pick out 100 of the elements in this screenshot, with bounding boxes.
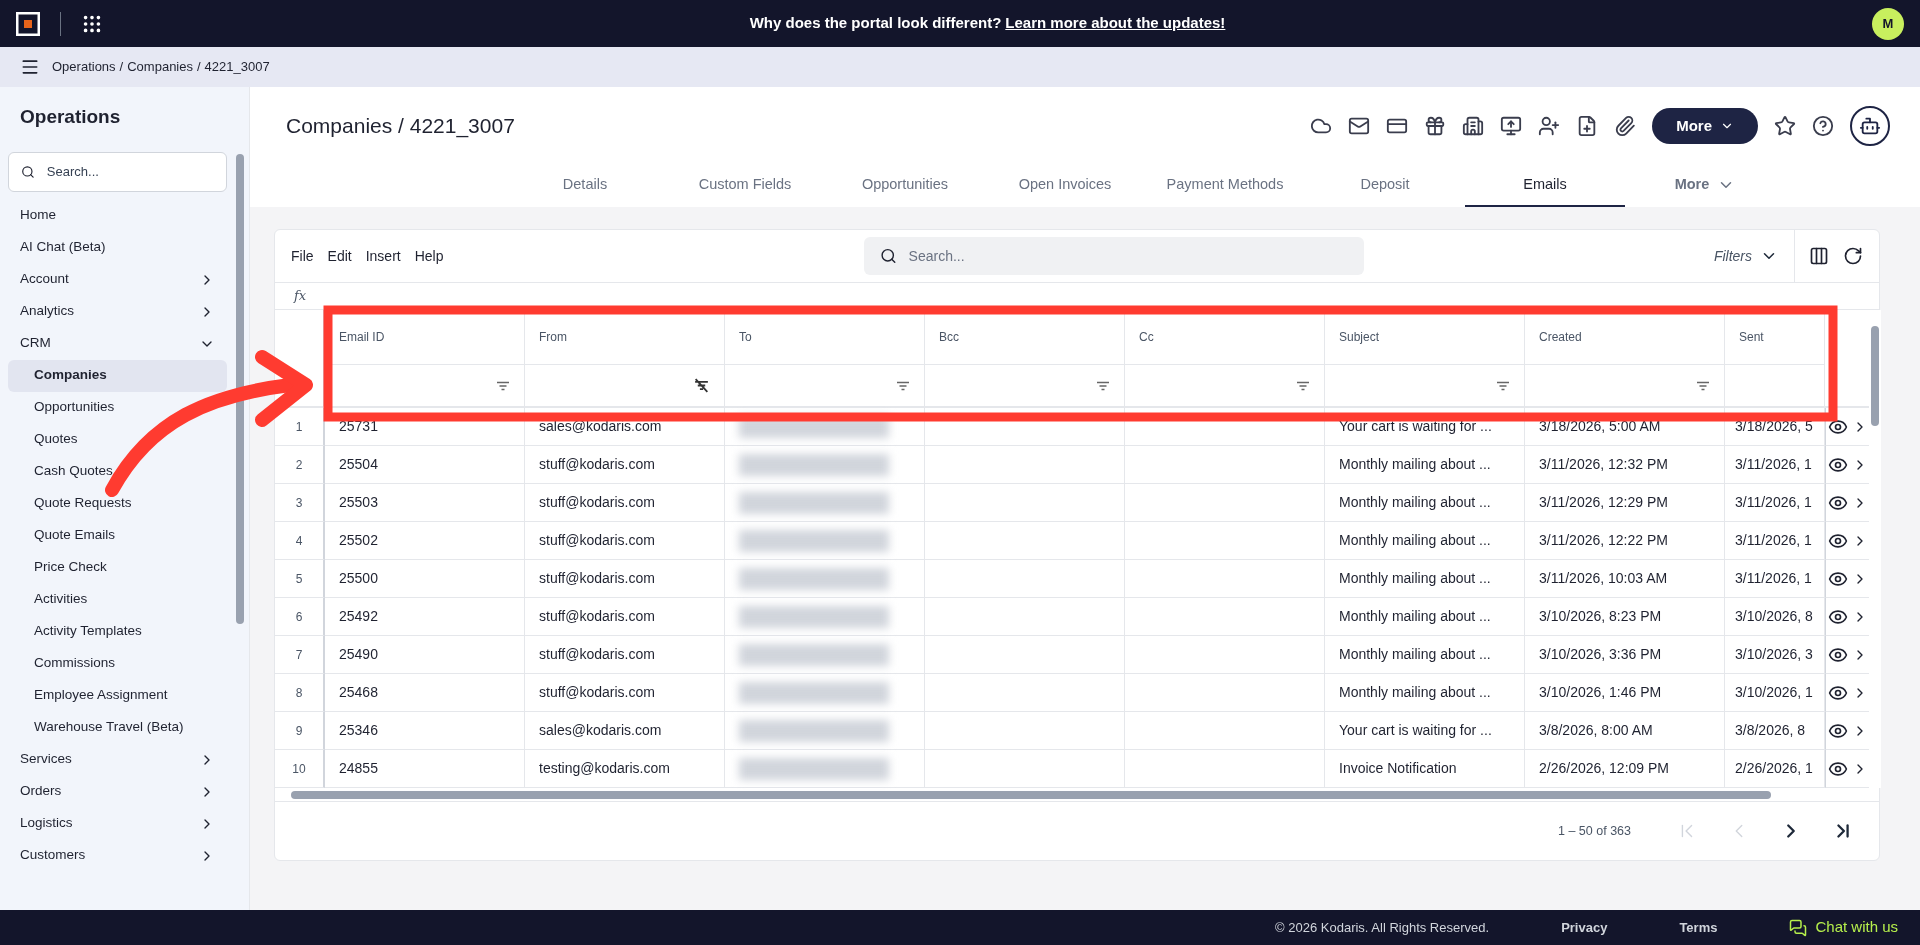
search-field[interactable]: Search... [8, 151, 227, 192]
breadcrumb-link[interactable]: Companies [127, 57, 193, 77]
assistant-button[interactable] [1850, 106, 1890, 146]
sidebar-item[interactable]: Logistics [8, 807, 227, 840]
learn-more-link[interactable]: Learn more about the updates! [1005, 12, 1226, 35]
tab[interactable]: Details [505, 165, 665, 207]
tab[interactable]: Open Invoices [985, 165, 1145, 207]
search-input[interactable]: Search... [908, 245, 1348, 267]
monitor-icon[interactable] [1500, 115, 1523, 137]
table-cell: 3/10/2026, 8:23 PM [1525, 598, 1725, 636]
sidebar-item[interactable]: Warehouse Travel (Beta) [8, 711, 227, 744]
filter-cell[interactable] [925, 365, 1125, 408]
robot-icon [1859, 115, 1881, 137]
tab[interactable]: Payment Methods [1145, 165, 1305, 207]
column-header[interactable]: From [525, 310, 725, 365]
sidebar-item[interactable]: CRM [8, 327, 227, 360]
menu-item[interactable]: File [291, 245, 314, 267]
grid-search-field[interactable]: Search... [863, 237, 1364, 275]
filter-icon[interactable] [1496, 380, 1510, 391]
menu-icon[interactable] [20, 57, 40, 77]
footer-link[interactable]: Terms [1679, 917, 1718, 938]
sidebar-item[interactable]: Quotes [8, 423, 227, 456]
sidebar-item[interactable]: Quote Requests [8, 487, 227, 520]
filter-off-icon[interactable] [693, 378, 710, 393]
mail-icon[interactable] [1348, 115, 1371, 137]
column-header[interactable]: Subject [1325, 310, 1525, 365]
sidebar-item[interactable]: Services [8, 743, 227, 776]
breadcrumb-separator: / [197, 58, 201, 77]
paperclip-icon[interactable] [1614, 115, 1637, 137]
table-cell: 3/10/2026, 8 [1725, 598, 1825, 636]
sidebar-item[interactable]: Opportunities [8, 391, 227, 424]
sidebar-item[interactable]: Activities [8, 583, 227, 616]
sidebar-item[interactable]: Activity Templates [8, 615, 227, 648]
filter-cell[interactable] [1725, 365, 1825, 408]
tab[interactable]: More [1625, 165, 1785, 207]
menu-item[interactable]: Insert [365, 245, 401, 267]
column-header[interactable]: Cc [1125, 310, 1325, 365]
search-input[interactable]: Search... [46, 161, 214, 182]
table-cell: 25503 [325, 484, 525, 522]
menu-item[interactable]: Help [414, 245, 444, 267]
columns-icon[interactable] [1809, 246, 1829, 266]
filter-icon[interactable] [896, 380, 910, 391]
row-number: 2 [275, 446, 325, 484]
building-icon[interactable] [1462, 115, 1485, 137]
table-cell: 25468 [325, 674, 525, 712]
filter-cell[interactable] [1525, 365, 1725, 408]
more-button[interactable]: More [1652, 108, 1758, 144]
sidebar-item[interactable]: Analytics [8, 295, 227, 328]
breadcrumb-link[interactable]: 4221_3007 [204, 57, 270, 77]
menu-item[interactable]: Edit [327, 245, 352, 267]
row-number: 9 [275, 712, 325, 750]
column-header[interactable]: To [725, 310, 925, 365]
chat-button[interactable]: Chat with us [1789, 916, 1898, 939]
vertical-scrollbar[interactable] [1871, 326, 1879, 426]
tab[interactable]: Opportunities [825, 165, 985, 207]
sidebar-item[interactable]: Companies [8, 359, 227, 392]
star-icon[interactable] [1774, 115, 1796, 137]
filter-icon[interactable] [496, 380, 510, 391]
sidebar-item[interactable]: Quote Emails [8, 519, 227, 552]
filter-cell[interactable] [1325, 365, 1525, 408]
sidebar-item[interactable]: Orders [8, 775, 227, 808]
table-cell: Monthly mailing about ... [1325, 636, 1525, 674]
horizontal-scrollbar[interactable] [291, 790, 1771, 799]
search-icon [21, 163, 35, 180]
filter-cell[interactable] [525, 365, 725, 408]
tab[interactable]: Emails [1465, 165, 1625, 207]
table-cell: Monthly mailing about ... [1325, 560, 1525, 598]
filters-dropdown[interactable]: Filters [1713, 230, 1795, 282]
row-number: 8 [275, 674, 325, 712]
footer-link[interactable]: Privacy [1561, 917, 1608, 938]
breadcrumb-link[interactable]: Operations [52, 57, 116, 77]
filter-cell[interactable] [1125, 365, 1325, 408]
row-number: 3 [275, 484, 325, 522]
sidebar-item[interactable]: Price Check [8, 551, 227, 584]
tab[interactable]: Custom Fields [665, 165, 825, 207]
sidebar-item[interactable]: AI Chat (Beta) [8, 231, 227, 264]
sidebar-item[interactable]: Account [8, 263, 227, 296]
sidebar-item[interactable]: Employee Assignment [8, 679, 227, 712]
table-cell: 3/18/2026, 5 [1725, 408, 1825, 446]
sidebar-item[interactable]: Cash Quotes [8, 455, 227, 488]
filter-icon[interactable] [1296, 380, 1310, 391]
filter-icon[interactable] [1096, 380, 1110, 391]
sidebar-item[interactable]: Customers [8, 839, 227, 872]
sidebar-item[interactable]: Commissions [8, 647, 227, 680]
logo[interactable] [16, 11, 40, 36]
user-avatar[interactable]: M [1872, 7, 1904, 40]
column-header[interactable]: Created [1525, 310, 1725, 365]
table-cell: 25490 [325, 636, 525, 674]
column-header[interactable]: Bcc [925, 310, 1125, 365]
refresh-icon[interactable] [1843, 246, 1863, 266]
filter-icon[interactable] [1696, 380, 1710, 391]
add-person-icon[interactable] [1538, 115, 1561, 137]
column-header[interactable]: Sent [1725, 310, 1825, 365]
help-icon[interactable] [1812, 115, 1834, 137]
column-header[interactable]: Email ID [325, 310, 525, 365]
tab[interactable]: Deposit [1305, 165, 1465, 207]
row-number: 6 [275, 598, 325, 636]
sidebar-item[interactable]: Home [8, 199, 227, 232]
gift-icon[interactable] [1424, 115, 1447, 137]
filter-cell[interactable] [725, 365, 925, 408]
